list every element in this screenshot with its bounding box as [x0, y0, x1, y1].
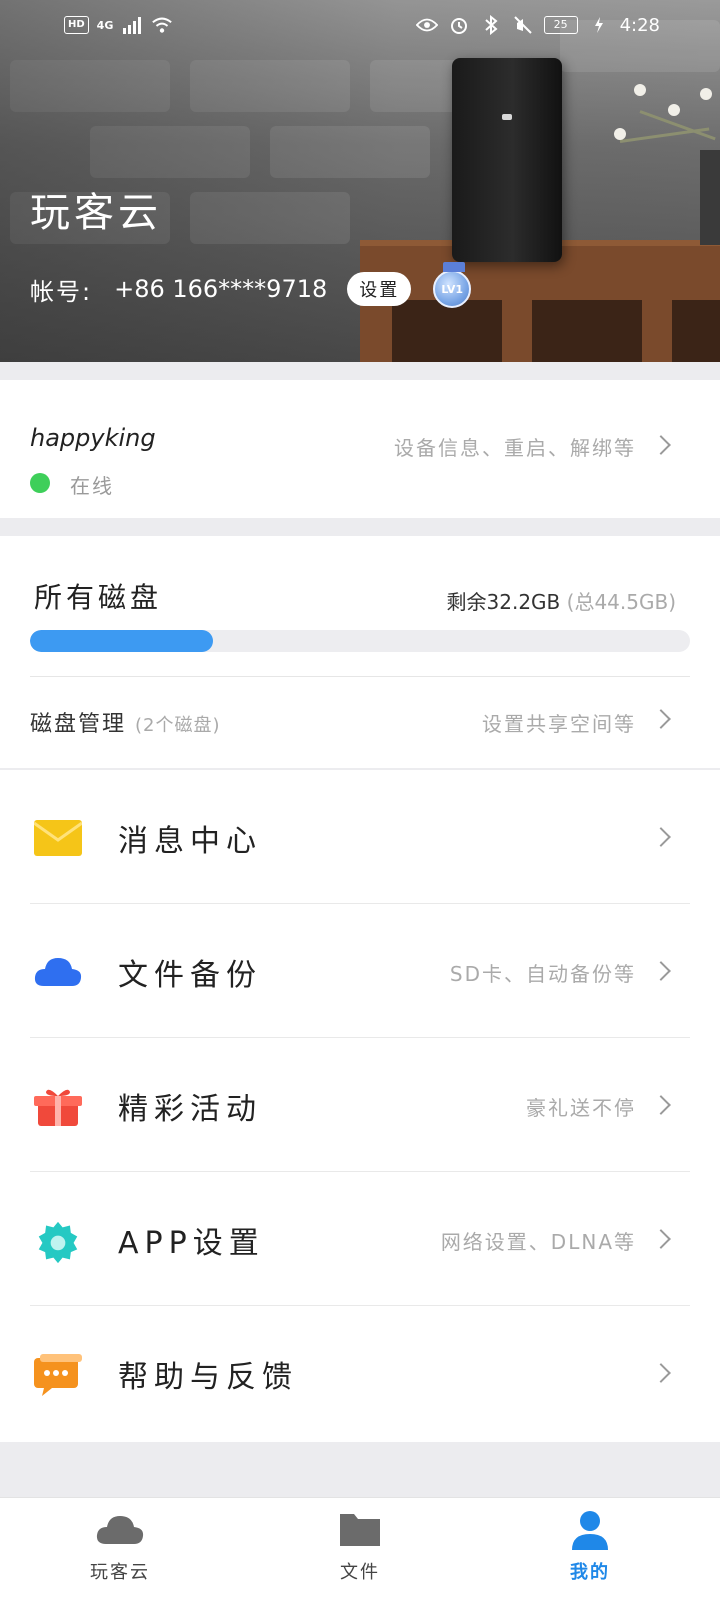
app-title: 玩客云	[30, 190, 162, 236]
bluetooth-icon	[480, 14, 502, 36]
plant-flower	[700, 88, 712, 100]
battery-icon: 25	[543, 16, 578, 34]
chat-icon	[34, 1354, 82, 1396]
plant-flower	[634, 84, 646, 96]
clock: 4:28	[619, 14, 660, 36]
account-label: 帐号:	[30, 277, 93, 306]
level-badge-label: LV1	[441, 282, 464, 296]
network-type: 4G	[96, 18, 114, 32]
account-phone: +86 166****9718	[114, 275, 328, 303]
eye-icon	[415, 14, 438, 36]
chevron-right-icon	[651, 1229, 671, 1249]
device-name: happyking	[30, 424, 156, 452]
nav-tab-home[interactable]: 玩客云	[60, 1510, 180, 1584]
settings-menu: 消息中心 文件备份 SD卡、自动备份等 精彩活动 豪礼送不停 APP设置 网络设…	[0, 770, 720, 1442]
menu-item-help-feedback[interactable]: 帮助与反馈	[0, 1306, 720, 1440]
menu-label: 文件备份	[118, 958, 262, 993]
disk-total-value: (总44.5GB)	[566, 590, 676, 614]
menu-item-app-settings[interactable]: APP设置 网络设置、DLNA等	[0, 1172, 720, 1306]
menu-hint: 网络设置、DLNA等	[440, 1230, 636, 1254]
mail-icon	[33, 818, 83, 858]
gear-icon	[34, 1220, 82, 1264]
online-status-text: 在线	[70, 474, 114, 498]
online-status-dot	[30, 473, 50, 493]
charging-icon	[588, 14, 610, 36]
app-root: HD 4G 25 4:28 玩客云 帐号: +86 166****9718 设置…	[0, 0, 720, 1600]
cloud-icon	[34, 952, 82, 992]
plant-flower	[614, 128, 626, 140]
shelf-slot	[532, 300, 642, 362]
divider	[30, 676, 690, 677]
disk-manage-label: 磁盘管理	[30, 712, 127, 737]
level-badge[interactable]: LV1	[433, 262, 472, 308]
device-logo	[502, 114, 512, 120]
bottom-nav: 玩客云 文件 我的	[0, 1497, 720, 1600]
gift-icon	[34, 1086, 82, 1126]
device-hint: 设备信息、重启、解绑等	[394, 436, 636, 460]
chevron-right-icon[interactable]	[651, 709, 671, 729]
person-icon	[566, 1510, 614, 1550]
disk-count: (2个磁盘)	[135, 715, 221, 736]
menu-label: 消息中心	[118, 824, 262, 859]
cloud-icon	[96, 1510, 144, 1550]
menu-item-message-center[interactable]: 消息中心	[0, 770, 720, 904]
header-banner: HD 4G 25 4:28 玩客云 帐号: +86 166****9718 设置…	[0, 0, 720, 362]
disk-remaining-value: 剩余32.2GB	[446, 590, 561, 614]
wifi-icon	[151, 14, 173, 36]
mute-icon	[512, 14, 534, 36]
folder-icon	[336, 1510, 384, 1550]
hd-badge: HD	[64, 16, 89, 34]
cloud-device-image	[452, 58, 562, 262]
menu-item-file-backup[interactable]: 文件备份 SD卡、自动备份等	[0, 904, 720, 1038]
nav-label: 文件	[340, 1562, 380, 1583]
disk-title: 所有磁盘	[34, 581, 163, 614]
shelf-slot	[392, 300, 502, 362]
menu-hint: SD卡、自动备份等	[449, 962, 636, 986]
disk-usage-fill	[30, 630, 213, 652]
disk-usage-bar	[30, 630, 690, 652]
shelf-slot	[672, 300, 720, 362]
status-bar: HD 4G 25 4:28	[0, 0, 720, 50]
disk-remaining: 剩余32.2GB (总44.5GB)	[447, 586, 676, 615]
nav-label: 玩客云	[90, 1562, 150, 1583]
chevron-right-icon	[651, 827, 671, 847]
plant-flower	[668, 104, 680, 116]
menu-label: APP设置	[118, 1226, 265, 1261]
plant-pot	[700, 150, 720, 245]
account-row: 帐号: +86 166****9718 设置 LV1	[30, 262, 472, 308]
chevron-right-icon	[651, 1095, 671, 1115]
chevron-right-icon	[651, 961, 671, 981]
disk-card: 所有磁盘 剩余32.2GB (总44.5GB) 磁盘管理 (2个磁盘) 设置共享…	[0, 536, 720, 768]
nav-tab-mine[interactable]: 我的	[530, 1510, 650, 1584]
menu-item-activities[interactable]: 精彩活动 豪礼送不停	[0, 1038, 720, 1172]
disk-manage-row[interactable]: 磁盘管理 (2个磁盘)	[30, 706, 221, 738]
menu-label: 帮助与反馈	[118, 1360, 298, 1395]
chevron-right-icon	[651, 435, 671, 455]
account-settings-button[interactable]: 设置	[347, 272, 412, 306]
menu-hint: 豪礼送不停	[526, 1096, 636, 1120]
chevron-right-icon	[651, 1363, 671, 1383]
menu-label: 精彩活动	[118, 1092, 262, 1127]
disk-manage-hint: 设置共享空间等	[482, 712, 636, 736]
alarm-icon	[448, 14, 470, 36]
medal-ribbon-icon	[443, 262, 466, 272]
signal-icon	[121, 14, 143, 36]
nav-label: 我的	[570, 1562, 610, 1583]
nav-tab-files[interactable]: 文件	[300, 1510, 420, 1584]
